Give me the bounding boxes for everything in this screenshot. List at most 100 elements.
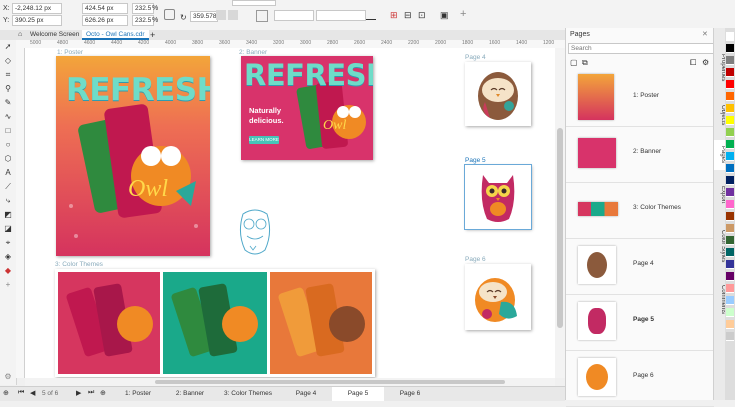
last-page-icon[interactable]: ⏭: [88, 389, 94, 397]
color-swatch[interactable]: [726, 104, 734, 113]
color-swatch[interactable]: [726, 128, 734, 137]
page4[interactable]: [465, 62, 531, 126]
color-swatch[interactable]: [726, 236, 734, 245]
vertical-scrollbar[interactable]: [555, 48, 565, 378]
zoom-tool-icon[interactable]: ⚲: [3, 84, 13, 94]
pages-list-item[interactable]: 1: Poster: [566, 70, 714, 127]
add-toolbar-icon[interactable]: +: [460, 8, 466, 20]
add-page-after-icon[interactable]: ⊕: [100, 389, 106, 397]
color-swatch[interactable]: [726, 32, 734, 41]
pages-list-item[interactable]: 3: Color Themes: [566, 182, 714, 239]
color-swatch[interactable]: [726, 140, 734, 149]
x-position-field[interactable]: -2,248.12 px: [12, 3, 62, 14]
pages-list-item[interactable]: 2: Banner: [566, 126, 714, 183]
add-page-before-icon[interactable]: ⊕: [3, 389, 9, 397]
outline-icon[interactable]: [256, 10, 268, 22]
prev-page-icon[interactable]: ◀: [30, 389, 35, 397]
rotation-field[interactable]: 359.578: [190, 11, 218, 22]
pages-search-input[interactable]: [568, 43, 714, 54]
add-tab-button[interactable]: +: [146, 30, 159, 40]
color-swatch[interactable]: [726, 92, 734, 101]
color-swatch[interactable]: [726, 68, 734, 77]
docker-settings-icon[interactable]: ⚙: [702, 58, 709, 67]
page-layout-icon[interactable]: ⧠: [690, 58, 696, 68]
color-swatch[interactable]: [726, 44, 734, 53]
tab-welcome-screen[interactable]: Welcome Screen: [26, 30, 83, 40]
vertical-ruler[interactable]: [16, 48, 25, 378]
text-tool-icon[interactable]: A: [3, 168, 13, 178]
horizontal-scroll-thumb[interactable]: [155, 380, 505, 384]
outline-width-dropdown[interactable]: [274, 10, 314, 21]
color-swatch[interactable]: [726, 116, 734, 125]
wrap-text-icon[interactable]: ⊞: [390, 10, 398, 21]
eyedropper-tool-icon[interactable]: ⌖: [3, 238, 13, 248]
color-swatch[interactable]: [726, 248, 734, 257]
connector-tool-icon[interactable]: ⤷: [3, 196, 13, 206]
transparency-tool-icon[interactable]: ◪: [3, 224, 13, 234]
polygon-tool-icon[interactable]: ⬡: [3, 154, 13, 164]
add-page-icon[interactable]: ▢: [570, 58, 578, 67]
color-swatch[interactable]: [726, 332, 734, 341]
color-swatch[interactable]: [726, 56, 734, 65]
align-icon[interactable]: ⊟: [404, 10, 412, 21]
width-field[interactable]: 424.54 px: [82, 3, 128, 14]
horizontal-scrollbar[interactable]: [25, 378, 555, 386]
page6[interactable]: [465, 264, 531, 330]
toolbox-settings-icon[interactable]: ⚙: [3, 372, 13, 382]
page-tab-page5[interactable]: Page 5: [332, 387, 384, 401]
vertical-scroll-thumb[interactable]: [557, 128, 563, 328]
mirror-vertical-icon[interactable]: [228, 10, 238, 20]
home-icon[interactable]: ⌂: [18, 31, 22, 38]
height-field[interactable]: 626.26 px: [82, 15, 128, 26]
banner-page[interactable]: REFRESH Naturally delicious. LEARN MORE …: [241, 56, 373, 160]
pages-list-item-active[interactable]: Page 5: [566, 294, 714, 351]
y-position-field[interactable]: 390.25 px: [12, 15, 62, 26]
freehand-tool-icon[interactable]: ✎: [3, 98, 13, 108]
rectangle-tool-icon[interactable]: □: [3, 126, 13, 136]
drawing-canvas[interactable]: 1: Poster REFRESH Owl 2: Banner REFRES N…: [25, 48, 555, 378]
zoom-dropdown[interactable]: [232, 0, 276, 6]
color-swatch[interactable]: [726, 176, 734, 185]
color-swatch[interactable]: [726, 212, 734, 221]
page-tab-page6[interactable]: Page 6: [384, 387, 436, 401]
ellipse-tool-icon[interactable]: ○: [3, 140, 13, 150]
page5[interactable]: [464, 164, 532, 230]
page-tab-page4[interactable]: Page 4: [280, 387, 332, 401]
scale-y-field[interactable]: 232.5: [132, 15, 154, 26]
add-tool-icon[interactable]: +: [3, 280, 13, 290]
color-swatch[interactable]: [726, 296, 734, 305]
color-swatch[interactable]: [726, 80, 734, 89]
pages-list-item[interactable]: Page 4: [566, 238, 714, 295]
parallel-dimension-icon[interactable]: ⟋: [3, 182, 13, 192]
weld-icon[interactable]: ▣: [440, 10, 449, 21]
selected-owl-wireframe[interactable]: [235, 208, 275, 258]
color-swatch[interactable]: [726, 260, 734, 269]
crop-tool-icon[interactable]: ⌗: [3, 70, 13, 80]
artistic-media-icon[interactable]: ∿: [3, 112, 13, 122]
next-page-icon[interactable]: ▶: [76, 389, 81, 397]
color-swatch[interactable]: [726, 308, 734, 317]
first-page-icon[interactable]: ⏮: [18, 389, 24, 397]
color-swatch[interactable]: [726, 200, 734, 209]
line-style-dropdown[interactable]: [316, 10, 366, 21]
color-swatch[interactable]: [726, 188, 734, 197]
interactive-fill-icon[interactable]: ◈: [3, 252, 13, 262]
color-swatch[interactable]: [726, 152, 734, 161]
shape-tool-icon[interactable]: ◇: [3, 56, 13, 66]
color-swatch[interactable]: [726, 320, 734, 329]
colorthemes-page[interactable]: [55, 269, 375, 377]
poster-page[interactable]: REFRESH Owl: [56, 56, 210, 256]
drop-shadow-icon[interactable]: ◩: [3, 210, 13, 220]
duplicate-page-icon[interactable]: ⧉: [582, 58, 588, 68]
color-swatch[interactable]: [726, 284, 734, 293]
color-swatch[interactable]: [726, 164, 734, 173]
pages-list-item[interactable]: Page 6: [566, 350, 714, 407]
page-tab-poster[interactable]: 1: Poster: [112, 387, 164, 401]
color-swatch[interactable]: [726, 272, 734, 281]
scale-x-field[interactable]: 232.5: [132, 3, 154, 14]
smart-fill-icon[interactable]: ◆: [3, 266, 13, 276]
mirror-horizontal-icon[interactable]: [216, 10, 226, 20]
color-swatch[interactable]: [726, 224, 734, 233]
arrow-start-icon[interactable]: [366, 11, 376, 20]
tab-document[interactable]: Octo - Owl Cans.cdr: [82, 30, 149, 40]
